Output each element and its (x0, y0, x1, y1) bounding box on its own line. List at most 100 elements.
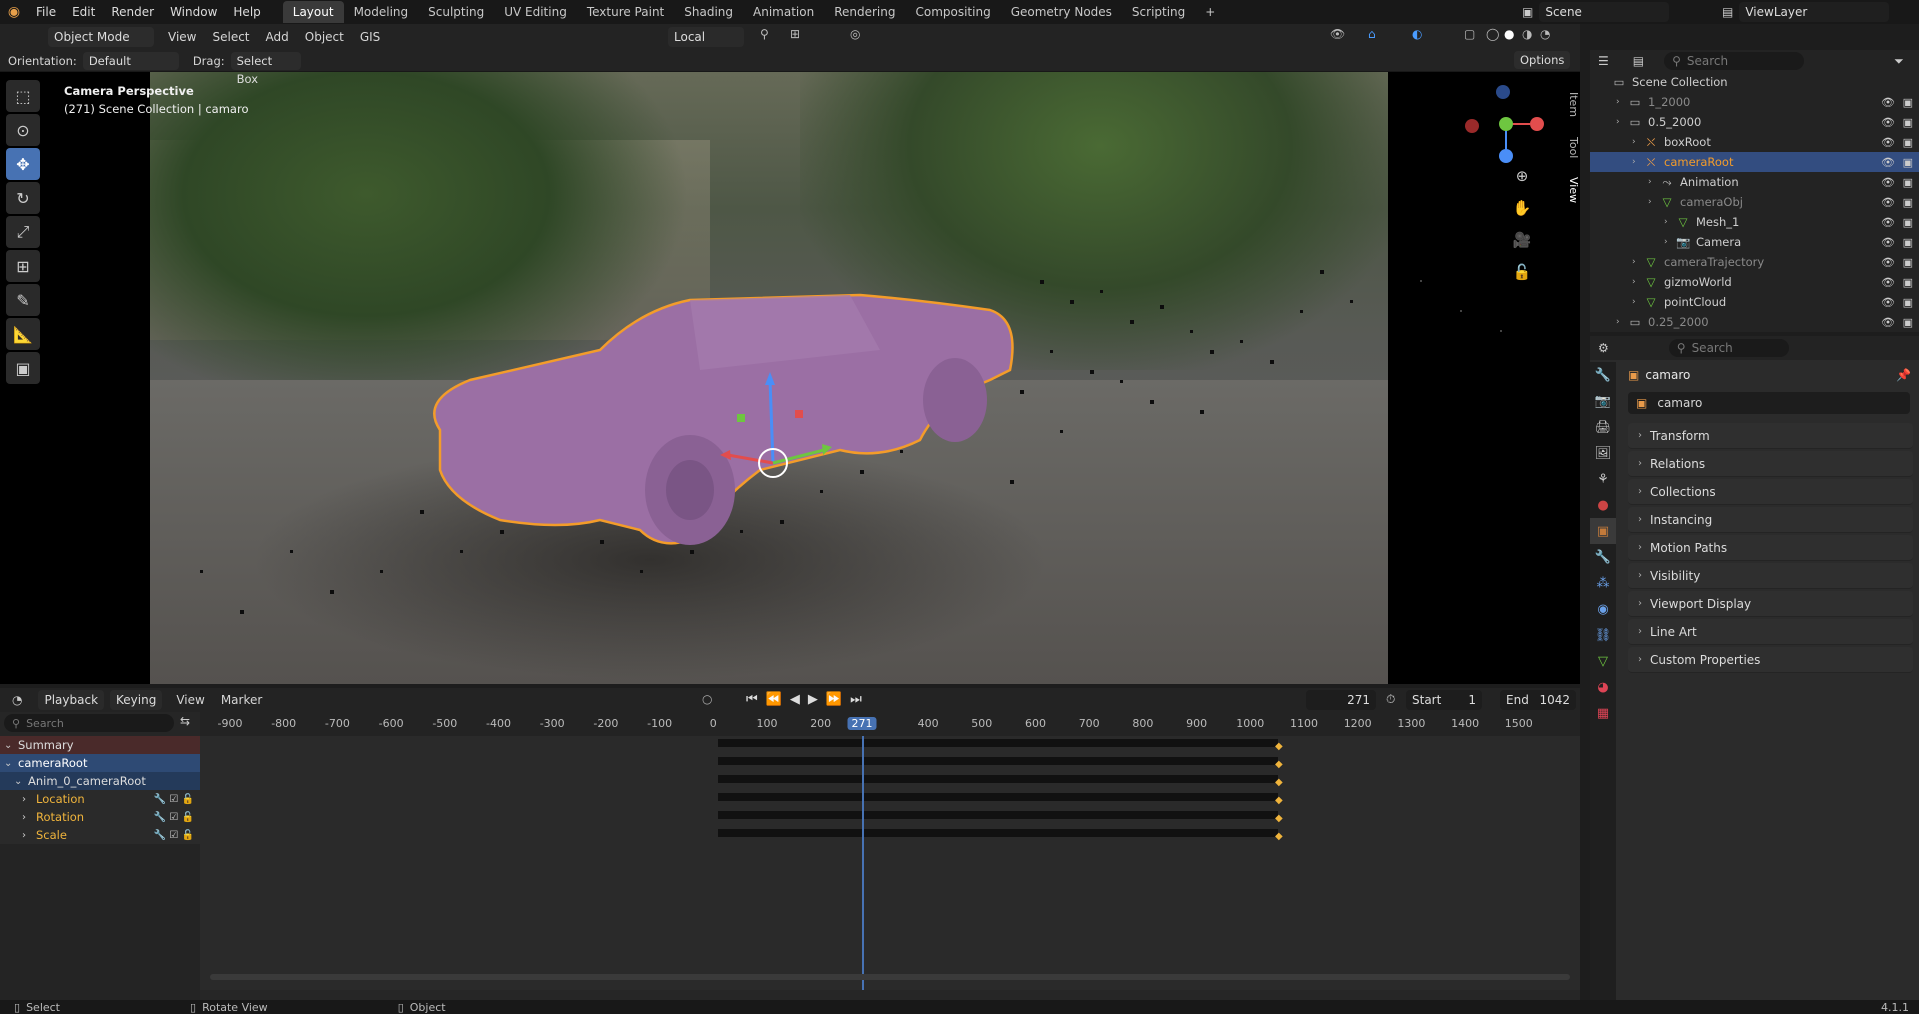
physics-tab-icon[interactable]: ◉ (1590, 596, 1616, 622)
orientation-dropdown[interactable]: Default (82, 51, 179, 70)
viewport-menu-gis[interactable]: GIS (360, 30, 380, 44)
render-visibility-icon[interactable]: ▣ (1903, 216, 1913, 229)
swap-icon[interactable]: ⇆ (180, 714, 190, 728)
zoom-icon[interactable]: ⊕ (1512, 160, 1532, 192)
sidebar-tab-view[interactable]: View (1567, 169, 1580, 211)
auto-keying-icon[interactable]: ○ (702, 692, 712, 706)
timeline-editor-type-icon[interactable]: ◔ (12, 693, 22, 707)
expand-chevron-icon[interactable]: › (1616, 97, 1628, 107)
expand-chevron-icon[interactable]: › (1648, 177, 1660, 187)
view-layer-tab-icon[interactable]: 🖼 (1590, 440, 1616, 466)
annotate-tool-icon[interactable]: ✎ (6, 284, 40, 316)
render-visibility-icon[interactable]: ▣ (1903, 156, 1913, 169)
blender-logo-icon[interactable]: ◉ (0, 4, 28, 20)
keying-menu[interactable]: Keying (110, 690, 163, 710)
select-box-tool-icon[interactable]: ⬚ (6, 80, 40, 112)
channel-row[interactable]: › Rotation 🔧 ☑ 🔓 (0, 808, 200, 826)
tab-uv-editing[interactable]: UV Editing (494, 1, 577, 23)
tool-tab-icon[interactable]: 🔧 (1590, 362, 1616, 388)
visibility-eye-icon[interactable]: 👁 (1881, 296, 1895, 309)
viewport-menu-object[interactable]: Object (305, 30, 344, 44)
material-tab-icon[interactable]: ◕ (1590, 674, 1616, 700)
add-workspace-button[interactable]: + (1195, 1, 1225, 23)
panel-collections[interactable]: › Collections (1628, 479, 1913, 505)
render-visibility-icon[interactable]: ▣ (1903, 296, 1913, 309)
panel-transform[interactable]: › Transform (1628, 423, 1913, 449)
tab-texture-paint[interactable]: Texture Paint (577, 1, 674, 23)
expand-chevron-icon[interactable]: › (1616, 317, 1628, 327)
visibility-eye-icon[interactable]: 👁 (1881, 96, 1895, 109)
outliner-item[interactable]: › ⛌ cameraRoot 👁 ▣ (1590, 152, 1919, 172)
render-visibility-icon[interactable]: ▣ (1903, 136, 1913, 149)
viewlayer-selector[interactable]: ▤ ViewLayer (1722, 2, 1890, 22)
expand-chevron-icon[interactable]: › (22, 812, 36, 823)
object-tab-icon[interactable]: ▣ (1590, 518, 1616, 544)
tab-compositing[interactable]: Compositing (905, 1, 1000, 23)
channel-row[interactable]: › Scale 🔧 ☑ 🔓 (0, 826, 200, 844)
object-name-field[interactable]: ▣ camaro (1628, 392, 1910, 414)
visibility-eye-icon[interactable]: 👁 (1881, 256, 1895, 269)
jump-start-icon[interactable]: ⏮ (746, 692, 758, 707)
jump-end-icon[interactable]: ⏭ (850, 692, 862, 707)
pan-hand-icon[interactable]: ✋ (1512, 192, 1532, 224)
current-frame-field[interactable]: 271 (1306, 690, 1376, 710)
render-visibility-icon[interactable]: ▣ (1903, 176, 1913, 189)
lock-camera-icon[interactable]: 🔓 (1512, 256, 1532, 288)
expand-chevron-icon[interactable]: ⌄ (4, 740, 18, 751)
channel-toggles[interactable]: 🔧 ☑ 🔓 (154, 812, 194, 823)
timeline-marker-menu[interactable]: Marker (221, 693, 262, 707)
outliner-item[interactable]: › ▭ 0.25_2000 👁 ▣ (1590, 312, 1919, 332)
filter-icon[interactable]: ⏷ (1894, 54, 1904, 69)
rotate-tool-icon[interactable]: ↻ (6, 182, 40, 214)
xray-icon[interactable]: ▢ (1464, 27, 1475, 41)
visibility-eye-icon[interactable]: 👁 (1881, 196, 1895, 209)
outliner-item[interactable]: › ▽ Mesh_1 👁 ▣ (1590, 212, 1919, 232)
wireframe-shading-icon[interactable]: ◯ (1486, 27, 1499, 41)
outliner-item[interactable]: › ⤳ Animation 👁 ▣ (1590, 172, 1919, 192)
visibility-eye-icon[interactable]: 👁 (1881, 136, 1895, 149)
sidebar-tab-item[interactable]: Item (1567, 84, 1580, 125)
navigation-gizmo[interactable] (1465, 85, 1544, 163)
outliner-item[interactable]: ▭ Scene Collection (1590, 72, 1919, 92)
visibility-eye-icon[interactable]: 👁 (1881, 316, 1895, 329)
tab-animation[interactable]: Animation (743, 1, 824, 23)
menu-window[interactable]: Window (162, 0, 225, 24)
mode-dropdown[interactable]: Object Mode (48, 27, 154, 47)
properties-editor-type-icon[interactable]: ⚙ (1598, 341, 1609, 355)
timeline-view-menu[interactable]: View (176, 693, 204, 707)
tab-modeling[interactable]: Modeling (344, 1, 419, 23)
menu-edit[interactable]: Edit (64, 0, 103, 24)
start-frame-field[interactable]: Start 1 (1406, 690, 1482, 710)
menu-render[interactable]: Render (103, 0, 162, 24)
expand-chevron-icon[interactable]: › (22, 830, 36, 841)
proportional-edit-icon[interactable]: ◎ (850, 27, 860, 41)
timer-icon[interactable]: ⏱ (1386, 692, 1395, 707)
sidebar-tab-tool[interactable]: Tool (1567, 129, 1580, 166)
expand-chevron-icon[interactable]: › (22, 794, 36, 805)
scale-tool-icon[interactable]: ⤢ (6, 216, 40, 248)
measure-tool-icon[interactable]: 📐 (6, 318, 40, 350)
expand-chevron-icon[interactable]: › (1664, 237, 1676, 247)
viewlayer-name-field[interactable]: ViewLayer (1739, 2, 1890, 22)
channel-toggles[interactable]: 🔧 ☑ 🔓 (154, 830, 194, 841)
channel-row[interactable]: ⌄ Summary (0, 736, 200, 754)
visibility-eye-icon[interactable]: 👁 (1881, 276, 1895, 289)
pivot-icon[interactable]: ⚲ (760, 27, 769, 41)
solid-shading-icon[interactable]: ● (1504, 27, 1514, 41)
keyframe-area[interactable]: ◆ ◆ ◆ ◆ ◆ ◆ (200, 736, 1580, 990)
car-mesh[interactable] (433, 293, 1014, 545)
expand-chevron-icon[interactable]: › (1632, 137, 1644, 147)
channel-search[interactable]: ⚲ Search (4, 714, 174, 732)
expand-chevron-icon[interactable]: › (1632, 297, 1644, 307)
current-frame-indicator[interactable]: 271 (847, 717, 877, 730)
properties-search[interactable]: ⚲ Search (1668, 339, 1789, 357)
render-visibility-icon[interactable]: ▣ (1903, 256, 1913, 269)
visibility-eye-icon[interactable]: 👁 (1881, 236, 1895, 249)
3d-viewport[interactable]: Camera Perspective (271) Scene Collectio… (0, 50, 1580, 684)
menu-file[interactable]: File (28, 0, 64, 24)
render-visibility-icon[interactable]: ▣ (1903, 316, 1913, 329)
expand-chevron-icon[interactable]: › (1616, 117, 1628, 127)
expand-chevron-icon[interactable]: › (1632, 257, 1644, 267)
prev-keyframe-icon[interactable]: ⏪ (766, 692, 782, 707)
channel-row[interactable]: › Location 🔧 ☑ 🔓 (0, 790, 200, 808)
